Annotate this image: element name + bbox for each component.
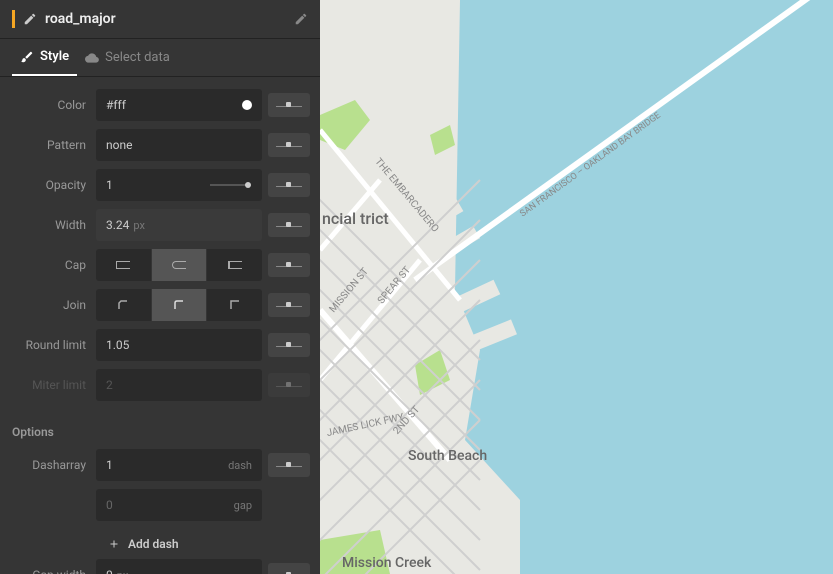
pattern-value: none (106, 138, 132, 152)
place-label-mission-creek: Mission Creek (342, 555, 431, 571)
map-canvas[interactable]: ncial trict South Beach Mission Creek TH… (320, 0, 833, 574)
gap-input[interactable]: 0 gap (96, 489, 262, 521)
color-value: #fff (106, 98, 126, 112)
edit-icon[interactable] (294, 12, 308, 26)
opacity-value: 1 (106, 178, 113, 192)
miter-limit-ramp-button (268, 373, 310, 397)
gap-width-ramp-button[interactable] (268, 563, 310, 574)
round-limit-value: 1.05 (106, 338, 129, 352)
cap-ramp-button[interactable] (268, 253, 310, 277)
pattern-label: Pattern (10, 138, 96, 152)
gap-width-value: 0 (106, 568, 113, 574)
join-round-button[interactable] (152, 289, 207, 321)
join-group (96, 289, 262, 321)
tab-select-data-label: Select data (105, 50, 170, 65)
gap-value: 0 (106, 498, 113, 512)
tab-style-label: Style (40, 49, 69, 64)
gap-width-input[interactable]: 0 px (96, 559, 262, 574)
miter-limit-input: 2 (96, 369, 262, 401)
add-dash-button[interactable]: Add dash (10, 529, 310, 559)
width-input[interactable]: 3.24 px (96, 209, 262, 241)
join-label: Join (10, 298, 96, 312)
tab-style[interactable]: Style (12, 39, 77, 76)
round-limit-label: Round limit (10, 338, 96, 352)
join-miter-button[interactable] (207, 289, 262, 321)
gap-width-label: Gap width (10, 568, 96, 574)
pencil-icon (23, 12, 37, 26)
cap-round-button[interactable] (152, 249, 207, 281)
opacity-input[interactable]: 1 (96, 169, 262, 201)
color-swatch (242, 100, 252, 110)
plus-icon (108, 538, 120, 550)
pattern-input[interactable]: none (96, 129, 262, 161)
tab-select-data[interactable]: Select data (77, 39, 178, 76)
dash-value: 1 (106, 458, 113, 472)
cap-label: Cap (10, 258, 96, 272)
dash-input[interactable]: 1 dash (96, 449, 262, 481)
color-ramp-button[interactable] (268, 93, 310, 117)
dasharray-ramp-button[interactable] (268, 453, 310, 477)
gap-width-unit: px (117, 569, 129, 574)
place-label-financial: ncial trict (322, 210, 389, 228)
miter-limit-label: Miter limit (10, 378, 96, 392)
pattern-ramp-button[interactable] (268, 133, 310, 157)
round-limit-ramp-button[interactable] (268, 333, 310, 357)
join-ramp-button[interactable] (268, 293, 310, 317)
cap-group (96, 249, 262, 281)
round-limit-input[interactable]: 1.05 (96, 329, 262, 361)
cloud-icon (85, 51, 99, 65)
place-label-south-beach: South Beach (408, 448, 487, 464)
cap-square-button[interactable] (207, 249, 262, 281)
dash-unit: dash (228, 459, 252, 472)
header-accent (12, 10, 15, 28)
dasharray-label: Dasharray (10, 458, 96, 472)
color-label: Color (10, 98, 96, 112)
options-title: Options (0, 415, 320, 445)
width-value: 3.24 (106, 218, 129, 232)
layer-title: road_major (45, 11, 294, 27)
tabs: Style Select data (0, 39, 320, 77)
cap-butt-button[interactable] (96, 249, 151, 281)
paint-icon (20, 50, 34, 64)
width-ramp-button[interactable] (268, 213, 310, 237)
layer-header: road_major (0, 0, 320, 39)
width-unit: px (133, 219, 145, 232)
color-input[interactable]: #fff (96, 89, 262, 121)
opacity-label: Opacity (10, 178, 96, 192)
gap-unit: gap (234, 499, 252, 512)
add-dash-label: Add dash (128, 537, 179, 551)
width-label: Width (10, 218, 96, 232)
opacity-slider[interactable] (210, 184, 248, 186)
join-bevel-button[interactable] (96, 289, 151, 321)
miter-limit-value: 2 (106, 378, 113, 392)
opacity-ramp-button[interactable] (268, 173, 310, 197)
